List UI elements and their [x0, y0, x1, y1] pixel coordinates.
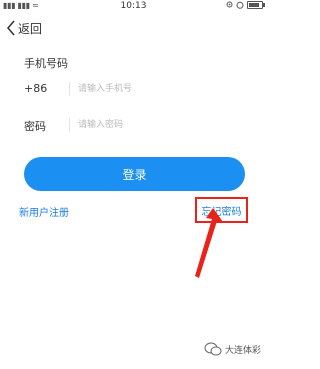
phone-row: +86	[24, 78, 244, 104]
location-icon	[226, 1, 233, 8]
password-input[interactable]	[78, 115, 238, 135]
divider	[69, 118, 70, 132]
password-row: 密码	[24, 114, 244, 140]
back-label: 返回	[18, 21, 43, 36]
alarm-icon	[236, 1, 244, 9]
back-button[interactable]: 返回	[6, 19, 42, 37]
top-nav: 返回	[0, 15, 267, 41]
wechat-icon	[204, 342, 222, 356]
status-icons	[226, 1, 265, 9]
battery-icon	[247, 1, 265, 9]
country-code[interactable]: +86	[24, 82, 47, 95]
status-bar: ▮▮▮ ▮▮▮ ≈ 10:13	[0, 0, 267, 14]
watermark-text: 大连体彩	[224, 345, 261, 356]
watermark: 大连体彩	[204, 342, 261, 356]
register-link[interactable]: 新用户注册	[19, 204, 69, 219]
login-button[interactable]: 登录	[24, 157, 245, 191]
phone-title: 手机号码	[24, 57, 68, 70]
password-label: 密码	[24, 120, 46, 133]
annotation-arrow-icon	[195, 208, 223, 278]
phone-input[interactable]	[78, 79, 238, 99]
divider	[69, 82, 70, 96]
chevron-left-icon	[7, 20, 15, 36]
